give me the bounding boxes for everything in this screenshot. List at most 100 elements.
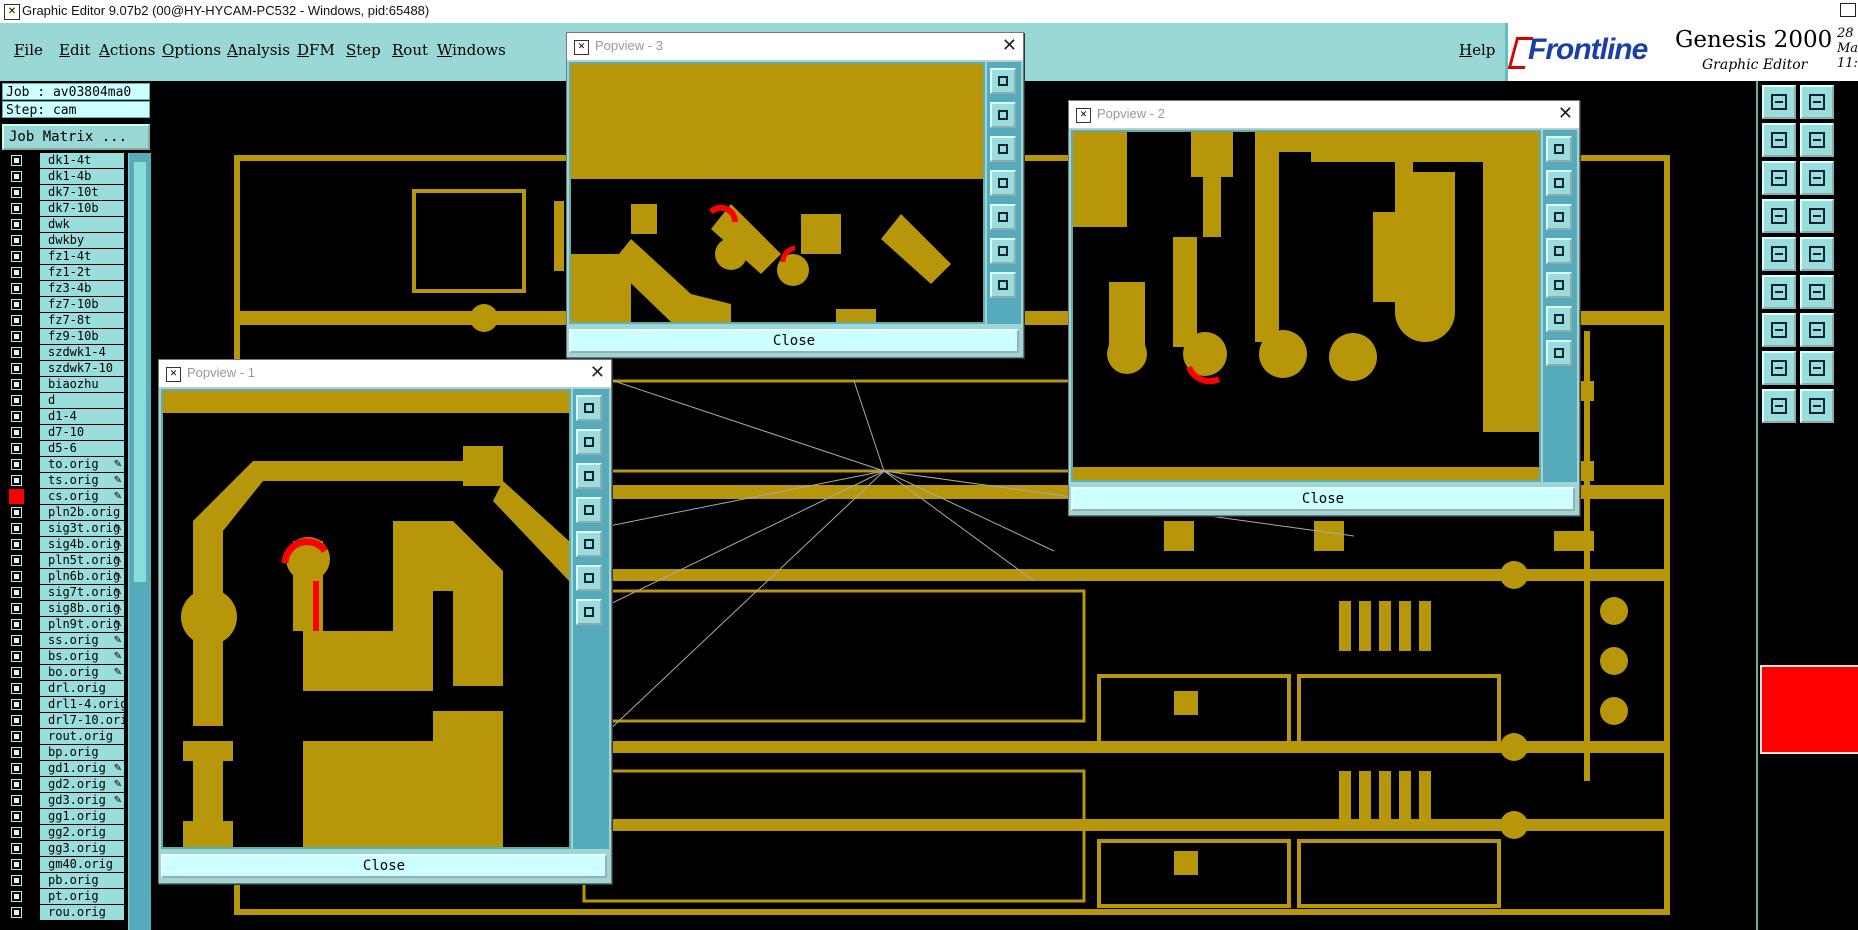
layer-row[interactable]: bp.orig [6, 745, 124, 760]
layer-checkbox[interactable] [11, 219, 22, 230]
layer-row[interactable]: gd3.orig ✎ [6, 793, 124, 808]
layer-name[interactable]: pln9t.orig ✎ [40, 617, 124, 632]
center-icon[interactable] [990, 272, 1016, 298]
layer-checkbox[interactable] [11, 315, 22, 326]
layer-row[interactable]: dwkby [6, 233, 124, 248]
layer-row[interactable]: gg3.orig [6, 841, 124, 856]
menu-dfm[interactable]: DFM [297, 41, 335, 59]
layer-name[interactable]: gm40.orig [40, 857, 124, 872]
layer-checkbox[interactable] [11, 699, 22, 710]
layer-checkbox[interactable] [11, 555, 22, 566]
layer-checkbox[interactable] [11, 523, 22, 534]
pan-left-icon[interactable] [990, 170, 1016, 196]
menu-analysis[interactable]: Analysis [227, 41, 290, 59]
layer-checkbox[interactable] [11, 427, 22, 438]
layer-row[interactable]: d1-4 [6, 409, 124, 424]
layer-row[interactable]: fz7-8t [6, 313, 124, 328]
fit-icon[interactable] [576, 565, 602, 591]
layer-name[interactable]: d1-4 [40, 409, 124, 424]
layer-name[interactable]: fz3-4b [40, 281, 124, 296]
layer-row[interactable]: fz9-10b [6, 329, 124, 344]
layer-name[interactable]: to.orig ✎ [40, 457, 124, 472]
layer-checkbox[interactable] [11, 539, 22, 550]
layer-checkbox[interactable] [11, 875, 22, 886]
layer-checkbox[interactable] [11, 747, 22, 758]
layer-name[interactable]: fz1-2t [40, 265, 124, 280]
pan-right-icon[interactable] [576, 531, 602, 557]
layer-checkbox[interactable] [11, 859, 22, 870]
layer-checkbox[interactable] [11, 235, 22, 246]
layer-checkbox[interactable] [11, 715, 22, 726]
layer-name[interactable]: fz9-10b [40, 329, 124, 344]
zoom-in-icon[interactable] [990, 102, 1016, 128]
layer-row[interactable]: sig4b.orig ✎ [6, 537, 124, 552]
delete-icon[interactable] [1800, 275, 1834, 309]
layer-row[interactable]: d5-6 [6, 441, 124, 456]
layer-name[interactable]: gg3.orig [40, 841, 124, 856]
layer-name[interactable]: szdwk1-4 [40, 345, 124, 360]
layer-name[interactable]: pln6b.orig ✎ [40, 569, 124, 584]
layer-row[interactable]: biaozhu [6, 377, 124, 392]
layer-checkbox[interactable] [11, 203, 22, 214]
layer-row[interactable]: drl7-10.orig [6, 713, 124, 728]
job-matrix-button[interactable]: Job Matrix ... [2, 124, 150, 150]
layer-checkbox[interactable] [11, 187, 22, 198]
color-swatch-red[interactable] [1760, 665, 1858, 754]
layer-name[interactable]: d5-6 [40, 441, 124, 456]
layer-checkbox[interactable] [11, 379, 22, 390]
fit-icon[interactable] [1762, 161, 1796, 195]
close-icon[interactable]: ✕ [590, 362, 605, 383]
layer-name[interactable]: dk7-10t [40, 185, 124, 200]
layer-row[interactable]: cs.orig ✎ [6, 489, 124, 504]
zoom-in-icon[interactable] [576, 429, 602, 455]
layer-name[interactable]: pb.orig [40, 873, 124, 888]
layer-row[interactable]: d7-10 [6, 425, 124, 440]
pad-icon[interactable] [1762, 351, 1796, 385]
layer-name[interactable]: dk7-10b [40, 201, 124, 216]
layer-checkbox[interactable] [11, 907, 22, 918]
layer-checkbox[interactable] [11, 347, 22, 358]
layer-checkbox[interactable] [11, 635, 22, 646]
menu-edit[interactable]: Edit [59, 41, 90, 59]
layer-checkbox[interactable] [11, 267, 22, 278]
layer-row[interactable]: fz1-4t [6, 249, 124, 264]
fit-icon[interactable] [990, 238, 1016, 264]
layer-checkbox[interactable] [11, 763, 22, 774]
layer-name[interactable]: dwk [40, 217, 124, 232]
layer-name[interactable]: bp.orig [40, 745, 124, 760]
center-icon[interactable] [576, 599, 602, 625]
layer-checkbox[interactable] [11, 299, 22, 310]
layer-checkbox[interactable] [11, 283, 22, 294]
zoom-in-icon[interactable] [1800, 85, 1834, 119]
layer-name[interactable]: biaozhu [40, 377, 124, 392]
zoom-home-icon[interactable] [1546, 136, 1572, 162]
grid-icon[interactable] [1800, 161, 1834, 195]
layer-name[interactable]: gd2.orig ✎ [40, 777, 124, 792]
layer-name[interactable]: drl1-4.orig [40, 697, 124, 712]
layer-name[interactable]: drl7-10.orig [40, 713, 124, 728]
layer-row[interactable]: d [6, 393, 124, 408]
layer-name[interactable]: sig7t.orig ✎ [40, 585, 124, 600]
popview-1-close-button[interactable]: Close [161, 854, 607, 878]
layer-name[interactable]: szdwk7-10 [40, 361, 124, 376]
layer-name[interactable]: sig4b.orig ✎ [40, 537, 124, 552]
layer-row[interactable]: pln9t.orig ✎ [6, 617, 124, 632]
layer-checkbox[interactable] [11, 827, 22, 838]
layer-name[interactable]: bs.orig ✎ [40, 649, 124, 664]
measure-icon[interactable] [1762, 199, 1796, 233]
layer-name[interactable]: ss.orig ✎ [40, 633, 124, 648]
layer-checkbox[interactable] [11, 795, 22, 806]
layer-row[interactable]: rou.orig [6, 905, 124, 920]
layer-name[interactable]: dk1-4b [40, 169, 124, 184]
zoom-in-icon[interactable] [1546, 170, 1572, 196]
layer-name[interactable]: gg1.orig [40, 809, 124, 824]
menu-actions[interactable]: Actions [99, 41, 155, 59]
layer-name[interactable]: cs.orig ✎ [40, 489, 124, 504]
zoom-home-icon[interactable] [1762, 85, 1796, 119]
snap-icon[interactable] [1800, 199, 1834, 233]
layer-row[interactable]: sig3t.orig ✎ [6, 521, 124, 536]
layer-name[interactable]: fz7-10b [40, 297, 124, 312]
layer-row[interactable]: to.orig ✎ [6, 457, 124, 472]
layer-row[interactable]: pln6b.orig ✎ [6, 569, 124, 584]
layer-row[interactable]: pb.orig [6, 873, 124, 888]
